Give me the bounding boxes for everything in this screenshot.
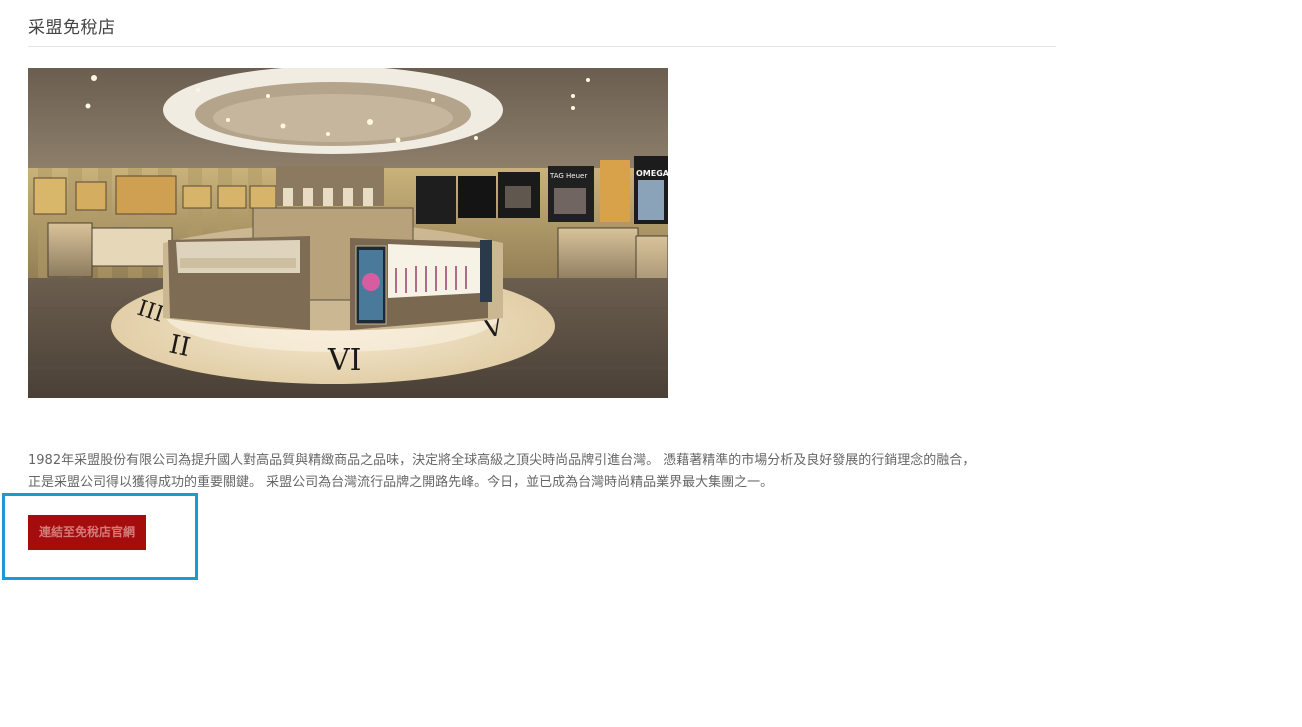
central-counter-right [350, 238, 492, 330]
duty-free-website-link-button[interactable]: 連結至免稅店官網 [28, 515, 146, 550]
floor-numeral-vi: VI [327, 343, 362, 378]
brand-tag-heuer: TAG Heuer [549, 172, 587, 180]
company-description: 1982年采盟股份有限公司為提升國人對高品質與精緻商品之品味，決定將全球高級之頂… [28, 450, 1058, 494]
side-counter-left [47, 222, 93, 278]
title-divider [28, 46, 1056, 47]
side-counter-right [557, 227, 639, 283]
store-interior-image: TAG Heuer OMEGA III II VI V [28, 68, 668, 398]
page: 采盟免稅店 TAG Heuer OMEGA III II VI V 1982年采… [0, 0, 1302, 727]
store-interior-illustration: TAG Heuer OMEGA III II VI V [28, 68, 668, 398]
brand-omega: OMEGA [636, 169, 668, 178]
page-title: 采盟免稅店 [28, 18, 116, 38]
description-line-1: 1982年采盟股份有限公司為提升國人對高品質與精緻商品之品味，決定將全球高級之頂… [28, 453, 976, 468]
description-line-2: 正是采盟公司得以獲得成功的重要關鍵。 采盟公司為台灣流行品牌之開路先峰。今日，並… [28, 475, 774, 490]
central-counter-left [168, 236, 310, 330]
